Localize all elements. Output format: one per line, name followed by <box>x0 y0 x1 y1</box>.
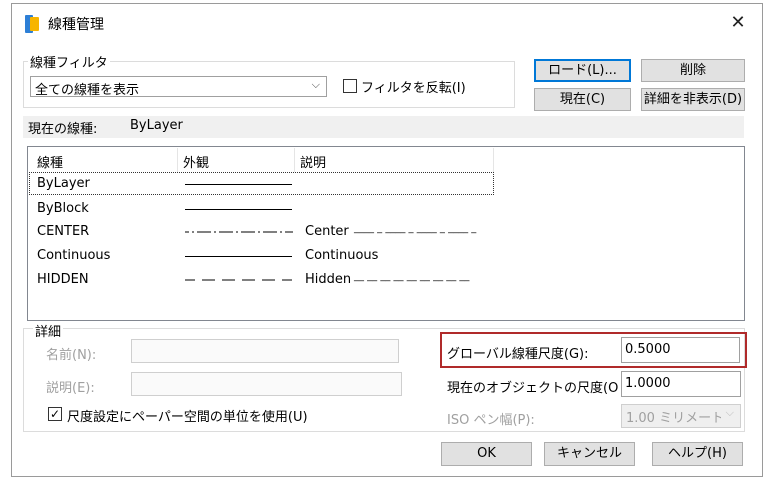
column-separator <box>177 148 178 172</box>
object-scale-input[interactable]: 1.0000 <box>621 371 741 397</box>
column-header-description[interactable]: 説明 <box>300 152 326 171</box>
object-scale-value: 1.0000 <box>625 376 671 391</box>
column-separator <box>294 148 295 172</box>
paper-space-units-checkbox[interactable]: ✓ <box>48 407 62 421</box>
delete-button[interactable]: 削除 <box>641 59 745 82</box>
cancel-button[interactable]: キャンセル <box>544 442 635 466</box>
load-button[interactable]: ロード(L)... <box>534 59 631 82</box>
linetype-appearance <box>185 231 293 233</box>
chevron-down-icon: ⌵ <box>311 78 320 91</box>
current-linetype-label: 現在の線種: <box>28 122 98 137</box>
global-scale-label: グローバル線種尺度(G): <box>447 347 589 362</box>
column-header-appearance[interactable]: 外観 <box>183 152 209 171</box>
name-label: 名前(N): <box>46 348 97 363</box>
row-description: Center <box>305 224 349 239</box>
row-description: Hidden <box>305 272 352 287</box>
global-scale-value: 0.5000 <box>625 342 671 357</box>
description-label: 説明(E): <box>46 381 95 396</box>
hide-details-button[interactable]: 詳細を非表示(D) <box>641 88 745 111</box>
row-description-pattern: __ __ __ __ __ __ __ __ __ <box>354 271 470 282</box>
window-title: 線種管理 <box>48 17 104 33</box>
current-button[interactable]: 現在(C) <box>534 88 631 111</box>
row-name: HIDDEN <box>37 272 89 287</box>
chevron-down-icon: ⌵ <box>725 406 734 419</box>
linetype-appearance <box>185 184 292 185</box>
current-linetype-value: ByLayer <box>130 118 183 133</box>
row-description-pattern: ____ _ ____ _ ____ _ ____ _ <box>354 223 477 234</box>
iso-pen-label: ISO ペン幅(P): <box>447 413 535 428</box>
close-icon[interactable]: ✕ <box>726 12 750 36</box>
row-name: Continuous <box>37 248 111 263</box>
global-scale-input[interactable]: 0.5000 <box>621 337 740 363</box>
column-header-linetype[interactable]: 線種 <box>37 152 63 171</box>
linetype-appearance <box>185 279 292 281</box>
filter-select[interactable]: 全ての線種を表示 ⌵ <box>30 76 327 98</box>
app-icon <box>25 15 39 33</box>
row-name: ByLayer <box>37 176 90 191</box>
object-scale-label: 現在のオブジェクトの尺度(O <box>447 381 619 396</box>
invert-filter-label: フィルタを反転(I) <box>361 81 466 96</box>
row-description: Continuous <box>305 248 379 263</box>
filter-group-label: 線種フィルタ <box>28 52 110 71</box>
row-name: ByBlock <box>37 201 89 216</box>
help-button[interactable]: ヘルプ(H) <box>652 442 743 466</box>
invert-filter-checkbox[interactable] <box>343 79 357 93</box>
row-name: CENTER <box>37 224 90 239</box>
iso-pen-value: 1.00 ミリメートル <box>626 411 721 426</box>
details-group-label: 詳細 <box>33 321 64 340</box>
column-separator <box>493 148 494 172</box>
filter-select-value: 全ての線種を表示 <box>35 83 140 98</box>
paper-space-units-label: 尺度設定にペーパー空間の単位を使用(U) <box>67 410 308 425</box>
ok-button[interactable]: OK <box>441 442 532 466</box>
name-field[interactable] <box>131 339 399 363</box>
linetype-appearance <box>185 209 292 210</box>
title-bar <box>12 4 762 44</box>
iso-pen-select[interactable]: 1.00 ミリメートル ⌵ <box>621 404 741 428</box>
linetype-appearance <box>185 256 292 257</box>
description-field[interactable] <box>131 372 402 396</box>
